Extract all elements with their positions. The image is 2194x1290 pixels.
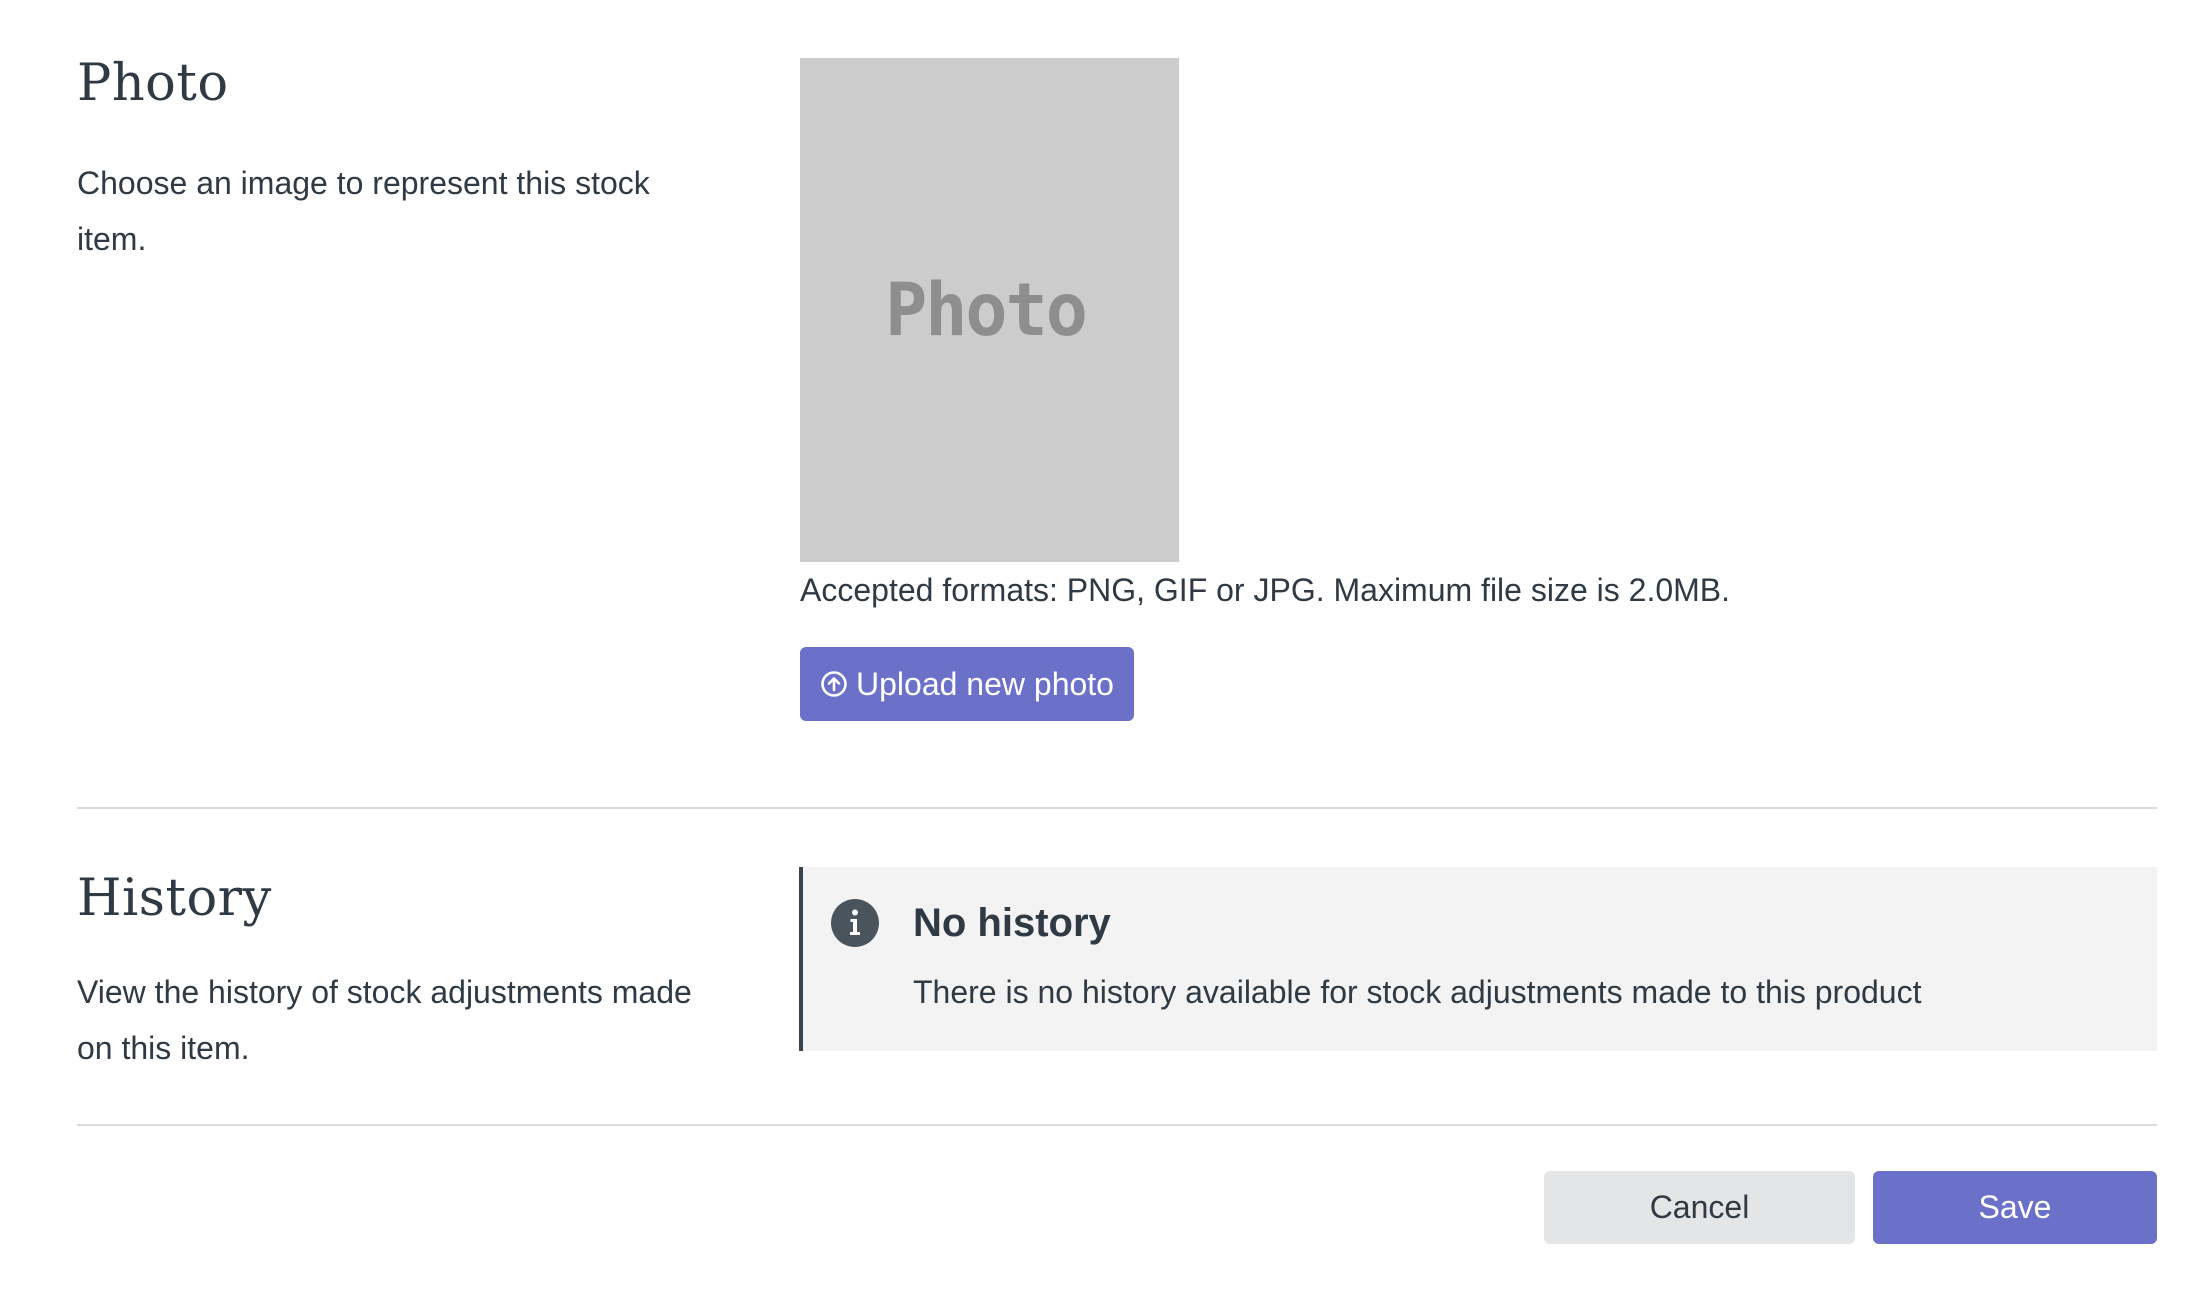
save-button[interactable]: Save	[1873, 1171, 2157, 1244]
no-history-notice: No history There is no history available…	[799, 867, 2157, 1051]
photo-section: Photo Choose an image to represent this …	[77, 0, 2157, 808]
photo-section-description: Choose an image to represent this stock …	[77, 165, 650, 257]
upload-new-photo-label: Upload new photo	[856, 665, 1114, 702]
photo-section-title: Photo	[77, 54, 229, 113]
notice-title: No history	[913, 901, 1111, 945]
photo-placeholder: Photo	[800, 58, 1179, 562]
cancel-button[interactable]: Cancel	[1544, 1171, 1855, 1244]
info-icon	[831, 899, 879, 947]
accepted-formats-text: Accepted formats: PNG, GIF or JPG. Maxim…	[800, 572, 1731, 608]
upload-circle-arrow-icon	[821, 671, 847, 697]
notice-body: There is no history available for stock …	[913, 974, 1922, 1010]
upload-new-photo-button[interactable]: Upload new photo	[800, 647, 1134, 721]
history-section: History View the history of stock adjust…	[77, 809, 2157, 1125]
history-section-title: History	[77, 869, 272, 928]
footer-divider	[77, 1124, 2157, 1126]
history-section-description: View the history of stock adjustments ma…	[77, 974, 692, 1066]
photo-placeholder-label: Photo	[885, 266, 1088, 354]
